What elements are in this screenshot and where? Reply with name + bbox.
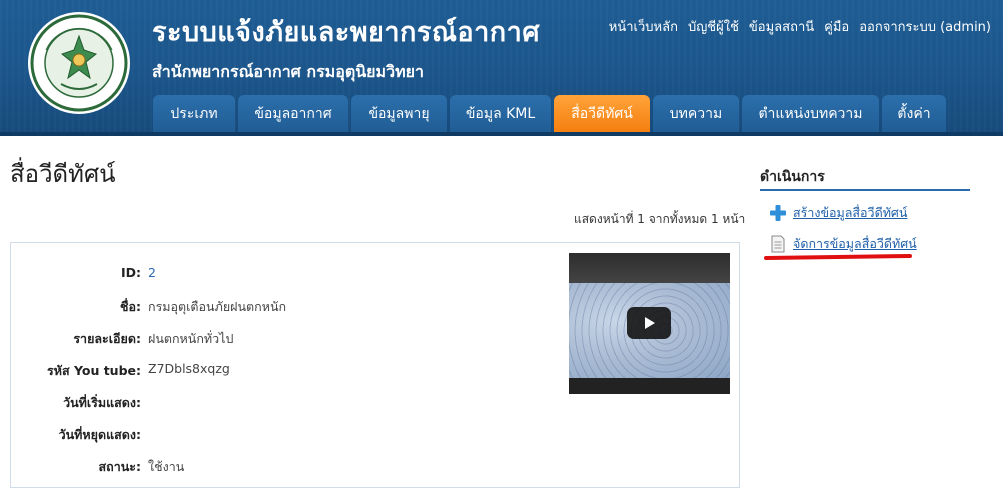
field-row-id: ID: 2	[11, 265, 551, 285]
meteorological-department-seal-icon[interactable]	[26, 10, 132, 116]
tab-kml-data[interactable]: ข้อมูล KML	[450, 95, 551, 132]
field-row-status: สถานะ: ใช้งาน	[11, 457, 551, 477]
tab-storm-data[interactable]: ข้อมูลพายุ	[351, 95, 447, 132]
field-label: วันที่เริ่มแสดง:	[63, 395, 141, 410]
top-link-logout[interactable]: ออกจากระบบ (admin)	[859, 16, 991, 37]
top-link-home[interactable]: หน้าเว็บหลัก	[609, 16, 678, 37]
plus-icon	[768, 203, 788, 223]
play-icon	[645, 317, 655, 329]
sidebar-divider	[760, 189, 970, 191]
field-value-description: ฝนตกหนักทั่วไป	[148, 331, 234, 346]
field-label: วันที่หยุดแสดง:	[58, 427, 141, 442]
top-links: หน้าเว็บหลัก บัญชีผู้ใช้ ข้อมูลสถานี คู่…	[609, 16, 991, 37]
field-label: ชื่อ:	[120, 299, 141, 314]
top-link-account[interactable]: บัญชีผู้ใช้	[688, 16, 739, 37]
field-row-name: ชื่อ: กรมอุตุเตือนภัยฝนตกหนัก	[11, 297, 551, 317]
field-label: รหัส You tube:	[47, 363, 141, 378]
field-row-description: รายละเอียด: ฝนตกหนักทั่วไป	[11, 329, 551, 349]
video-top-strip	[569, 253, 730, 283]
main-nav: ประเภท ข้อมูลอากาศ ข้อมูลพายุ ข้อมูล KML…	[153, 95, 946, 132]
top-link-manual[interactable]: คู่มือ	[824, 16, 849, 37]
tab-weather-data[interactable]: ข้อมูลอากาศ	[238, 95, 348, 132]
field-row-youtube-code: รหัส You tube: Z7Dbls8xqzg	[11, 361, 551, 381]
manage-video-label[interactable]: จัดการข้อมูลสื่อวีดีทัศน์	[793, 234, 917, 254]
create-video-label[interactable]: สร้างข้อมูลสื่อวีดีทัศน์	[793, 203, 907, 223]
video-thumbnail[interactable]	[569, 253, 730, 394]
top-link-station-data[interactable]: ข้อมูลสถานี	[749, 16, 814, 37]
field-label: สถานะ:	[98, 459, 141, 474]
video-bottom-strip	[569, 378, 730, 394]
tab-settings[interactable]: ตั้งค่า	[882, 95, 946, 132]
field-value-name: กรมอุตุเตือนภัยฝนตกหนัก	[148, 299, 287, 314]
manage-video-link[interactable]: จัดการข้อมูลสื่อวีดีทัศน์	[768, 234, 917, 254]
site-title: ระบบแจ้งภัยและพยากรณ์อากาศ	[152, 17, 540, 48]
site-header: ระบบแจ้งภัยและพยากรณ์อากาศ สำนักพยากรณ์อ…	[0, 0, 1003, 136]
sidebar-title: ดำเนินการ	[760, 169, 825, 185]
pager-summary: แสดงหน้าที่ 1 จากทั้งหมด 1 หน้า	[574, 212, 746, 226]
create-video-link[interactable]: สร้างข้อมูลสื่อวีดีทัศน์	[768, 203, 907, 223]
page-title: สื่อวีดีทัศน์	[10, 160, 116, 188]
field-value-youtube-code: Z7Dbls8xqzg	[148, 361, 230, 376]
tab-video-media[interactable]: สื่อวีดีทัศน์	[554, 95, 650, 132]
site-subtitle: สำนักพยากรณ์อากาศ กรมอุตุนิยมวิทยา	[152, 62, 424, 81]
tab-articles[interactable]: บทความ	[653, 95, 739, 132]
highlight-underline	[763, 253, 913, 261]
document-icon	[768, 234, 788, 254]
field-value-status: ใช้งาน	[148, 459, 185, 474]
field-label: ID:	[120, 265, 141, 280]
tab-category[interactable]: ประเภท	[153, 95, 235, 132]
video-record-card: ID: 2 ชื่อ: กรมอุตุเตือนภัยฝนตกหนัก รายล…	[10, 242, 740, 488]
play-button[interactable]	[627, 307, 671, 339]
field-row-end-date: วันที่หยุดแสดง:	[11, 425, 551, 445]
field-label: รายละเอียด:	[73, 331, 141, 346]
header-stripe	[0, 132, 1003, 136]
field-row-start-date: วันที่เริ่มแสดง:	[11, 393, 551, 413]
field-value-id[interactable]: 2	[148, 265, 156, 280]
tab-article-positions[interactable]: ตำแหน่งบทความ	[742, 95, 879, 132]
